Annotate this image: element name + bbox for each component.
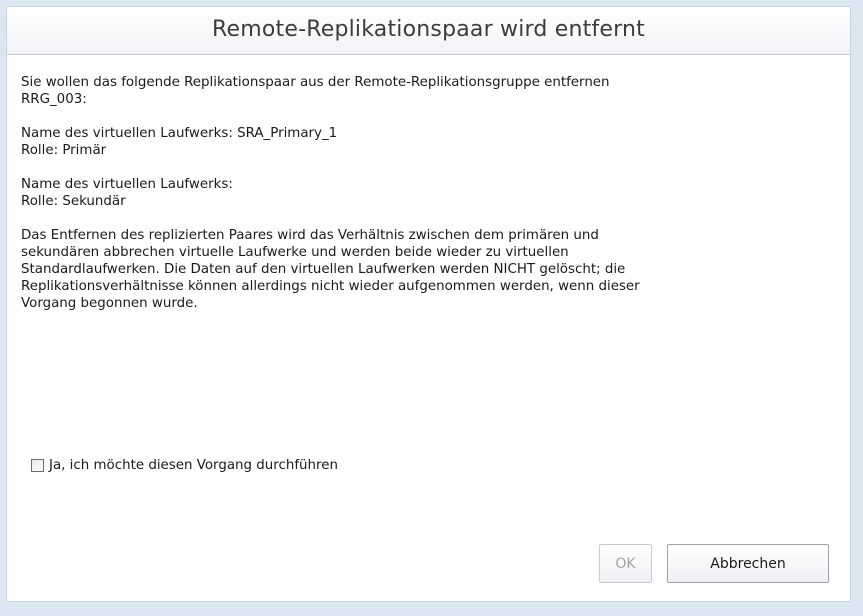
primary-drive-name: Name des virtuellen Laufwerks: SRA_Prima… bbox=[21, 126, 338, 141]
warning-line: Replikationsverhältnisse können allerdin… bbox=[21, 279, 640, 294]
warning-line: sekundären abbrechen virtuelle Laufwerke… bbox=[21, 245, 569, 260]
intro-line: Sie wollen das folgende Replikationspaar… bbox=[21, 75, 610, 90]
secondary-drive-info: Name des virtuellen Laufwerks: Rolle: Se… bbox=[21, 176, 821, 210]
primary-drive-info: Name des virtuellen Laufwerks: SRA_Prima… bbox=[21, 125, 821, 159]
dialog-title: Remote-Replikationspaar wird entfernt bbox=[212, 17, 645, 42]
warning-line: Standardlaufwerken. Die Daten auf den vi… bbox=[21, 262, 626, 277]
secondary-drive-name: Name des virtuellen Laufwerks: bbox=[21, 177, 233, 192]
dialog-titlebar: Remote-Replikationspaar wird entfernt bbox=[7, 7, 850, 55]
ok-button[interactable]: OK bbox=[599, 544, 652, 583]
group-name-line: RRG_003: bbox=[21, 92, 87, 107]
dialog-content: Sie wollen das folgende Replikationspaar… bbox=[21, 74, 821, 329]
intro-text: Sie wollen das folgende Replikationspaar… bbox=[21, 74, 821, 108]
warning-line: Vorgang begonnen wurde. bbox=[21, 296, 198, 311]
cancel-button[interactable]: Abbrechen bbox=[667, 544, 829, 583]
secondary-drive-role: Rolle: Sekundär bbox=[21, 194, 126, 209]
warning-text: Das Entfernen des replizierten Paares wi… bbox=[21, 227, 821, 312]
warning-line: Das Entfernen des replizierten Paares wi… bbox=[21, 228, 599, 243]
primary-drive-role: Rolle: Primär bbox=[21, 143, 107, 158]
confirm-checkbox[interactable] bbox=[31, 458, 44, 472]
confirm-row[interactable]: Ja, ich möchte diesen Vorgang durchführe… bbox=[31, 455, 338, 475]
confirm-checkbox-label[interactable]: Ja, ich möchte diesen Vorgang durchführe… bbox=[49, 458, 338, 473]
